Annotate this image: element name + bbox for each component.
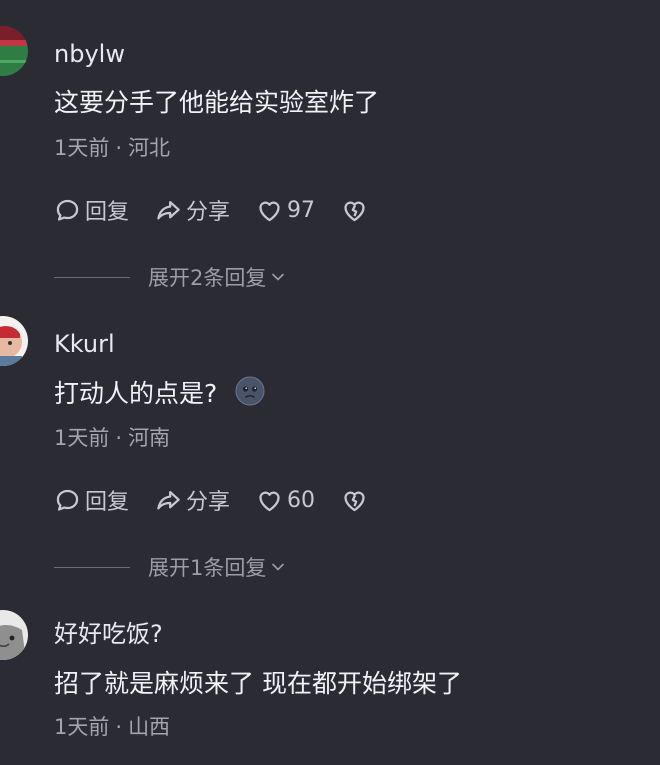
broken-heart-icon	[344, 491, 365, 511]
reply-button[interactable]: 回复	[54, 484, 129, 516]
expand-replies-label: 展开2条回复	[148, 266, 267, 290]
avatar[interactable]	[0, 610, 28, 660]
like-button[interactable]: 97	[256, 197, 315, 224]
meta-separator: ·	[115, 136, 123, 160]
comment-text: 招了就是麻烦来了 现在都开始绑架了	[54, 669, 462, 698]
comment-meta: 1天前 · 河北	[54, 134, 170, 162]
comment-text: 这要分手了他能给实验室炸了	[54, 88, 380, 117]
divider-line	[54, 566, 130, 568]
chevron-down-icon	[272, 563, 285, 571]
comment-time: 1天前	[54, 715, 110, 739]
cold-face-emoji-icon	[235, 376, 265, 406]
share-label: 分享	[186, 490, 231, 515]
share-arrow-icon	[157, 200, 180, 219]
meta-separator: ·	[115, 426, 123, 450]
reply-label: 回复	[85, 200, 130, 225]
share-button[interactable]: 分享	[155, 194, 230, 226]
username[interactable]: nbylw	[54, 39, 125, 69]
username[interactable]: 好好吃饭?	[54, 619, 163, 649]
comment-meta: 1天前 · 河南	[54, 424, 170, 452]
comment-location: 河北	[128, 136, 171, 160]
chevron-down-icon	[272, 273, 285, 281]
comment-text-content: 打动人的点是?	[54, 379, 218, 408]
reply-label: 回复	[85, 490, 130, 515]
comment-text: 打动人的点是?	[54, 376, 265, 411]
dislike-button[interactable]	[341, 197, 368, 224]
like-count: 97	[287, 197, 316, 223]
heart-icon	[259, 201, 280, 221]
comment-time: 1天前	[54, 426, 110, 450]
username[interactable]: Kkurl	[54, 329, 115, 359]
meta-separator: ·	[115, 715, 123, 739]
comment-actions: 回复 分享 60	[54, 484, 368, 516]
avatar[interactable]	[0, 316, 28, 366]
share-label: 分享	[186, 200, 231, 225]
comment-bubble-icon	[56, 489, 79, 511]
share-button[interactable]: 分享	[155, 484, 230, 516]
broken-heart-icon	[344, 201, 365, 221]
expand-replies-label: 展开1条回复	[148, 556, 267, 580]
like-button[interactable]: 60	[256, 487, 315, 514]
dislike-button[interactable]	[341, 487, 368, 514]
comment-bubble-icon	[56, 199, 79, 221]
comment-time: 1天前	[54, 136, 110, 160]
like-count: 60	[287, 487, 316, 513]
heart-icon	[259, 491, 280, 511]
expand-replies-button[interactable]: 展开2条回复	[54, 262, 286, 292]
comment-actions: 回复 分享 97	[54, 194, 368, 226]
comment-location: 山西	[128, 715, 171, 739]
reply-button[interactable]: 回复	[54, 194, 129, 226]
share-arrow-icon	[157, 490, 180, 509]
comment-meta: 1天前 · 山西	[54, 713, 170, 741]
divider-line	[54, 276, 130, 278]
avatar[interactable]	[0, 26, 28, 76]
expand-replies-button[interactable]: 展开1条回复	[54, 552, 286, 582]
comment-location: 河南	[128, 426, 171, 450]
